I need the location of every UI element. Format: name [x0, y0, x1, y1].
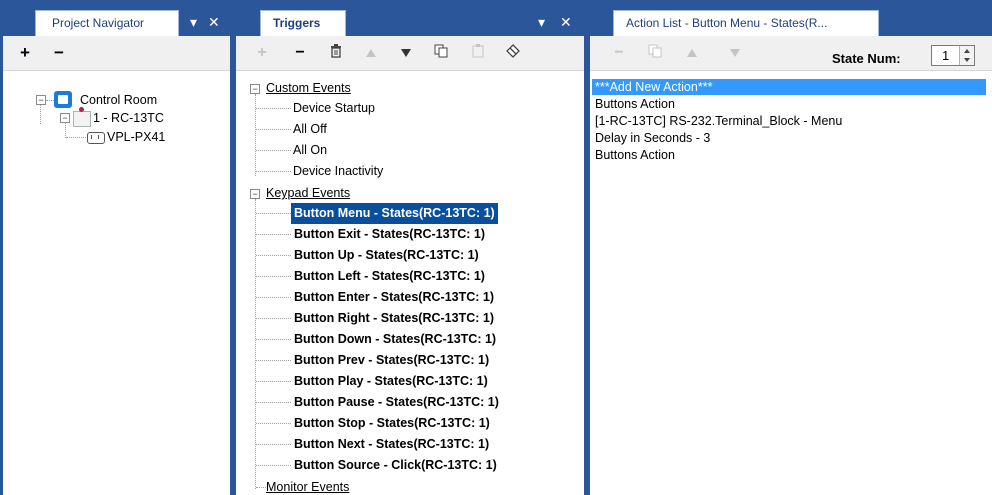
trash-icon[interactable]	[327, 44, 345, 62]
action-list-titlebar: Action List - Button Menu - States(R...	[590, 0, 992, 36]
trigger-all-off[interactable]: All Off	[293, 119, 327, 140]
collapse-icon[interactable]: −	[60, 113, 70, 123]
trigger-button-play[interactable]: Button Play - States(RC-13TC: 1)	[294, 371, 488, 392]
navigator-tree: − Control Room − 1 - RC-13TC VPL-PX41	[3, 71, 230, 495]
trigger-button-exit[interactable]: Button Exit - States(RC-13TC: 1)	[294, 224, 485, 245]
close-icon[interactable]: ✕	[560, 12, 572, 32]
arrow-up-icon[interactable]	[683, 44, 701, 62]
projector-icon	[87, 132, 105, 144]
state-num-value[interactable]: 1	[942, 48, 949, 63]
arrow-up-icon[interactable]	[362, 44, 380, 62]
pin-dropdown-icon[interactable]: ▾	[190, 12, 197, 32]
tab-triggers[interactable]: Triggers	[260, 10, 346, 36]
navigator-titlebar: Project Navigator ▾ ✕	[3, 0, 230, 36]
paste-icon[interactable]	[469, 44, 487, 62]
action-item[interactable]: Buttons Action	[595, 96, 675, 112]
trigger-button-up[interactable]: Button Up - States(RC-13TC: 1)	[294, 245, 479, 266]
device-icon	[73, 107, 91, 127]
action-add-new[interactable]: ***Add New Action***	[592, 79, 986, 95]
collapse-icon[interactable]: −	[250, 84, 260, 94]
trigger-button-next[interactable]: Button Next - States(RC-13TC: 1)	[294, 434, 489, 455]
state-num-label: State Num:	[832, 51, 901, 66]
trigger-button-left[interactable]: Button Left - States(RC-13TC: 1)	[294, 266, 485, 287]
project-navigator-pane: Project Navigator ▾ ✕ + − − Control Room…	[3, 0, 230, 495]
action-list-toolbar: − State Num: 1	[590, 36, 992, 71]
eraser-icon[interactable]	[504, 44, 522, 62]
add-button[interactable]: +	[16, 44, 34, 62]
triggers-tree: − Custom Events Device Startup All Off A…	[236, 71, 584, 495]
action-item[interactable]: [1-RC-13TC] RS-232.Terminal_Block - Menu	[595, 113, 842, 129]
close-icon[interactable]: ✕	[208, 12, 220, 32]
copy-icon[interactable]	[646, 44, 664, 62]
trigger-button-stop[interactable]: Button Stop - States(RC-13TC: 1)	[294, 413, 490, 434]
collapse-icon[interactable]: −	[250, 189, 260, 199]
triggers-toolbar: + −	[236, 36, 584, 71]
trigger-button-down[interactable]: Button Down - States(RC-13TC: 1)	[294, 329, 496, 350]
arrow-down-icon[interactable]	[397, 44, 415, 62]
trigger-button-source[interactable]: Button Source - Click(RC-13TC: 1)	[294, 455, 497, 476]
trigger-device-startup[interactable]: Device Startup	[293, 98, 375, 119]
pin-dropdown-icon[interactable]: ▾	[538, 12, 545, 32]
copy-icon[interactable]	[432, 44, 450, 62]
category-monitor-events[interactable]: Monitor Events	[266, 477, 349, 495]
tree-item-device[interactable]: 1 - RC-13TC	[93, 108, 164, 129]
trigger-button-prev[interactable]: Button Prev - States(RC-13TC: 1)	[294, 350, 489, 371]
trigger-button-right[interactable]: Button Right - States(RC-13TC: 1)	[294, 308, 494, 329]
tab-action-list[interactable]: Action List - Button Menu - States(R...	[613, 10, 879, 36]
action-item[interactable]: Buttons Action	[595, 147, 675, 163]
action-list-pane: Action List - Button Menu - States(R... …	[590, 0, 992, 495]
category-keypad-events[interactable]: Keypad Events	[266, 183, 350, 204]
remove-action-button[interactable]: −	[610, 44, 628, 62]
category-custom-events[interactable]: Custom Events	[266, 78, 351, 99]
action-item[interactable]: Delay in Seconds - 3	[595, 130, 710, 146]
action-list: ***Add New Action*** Buttons Action [1-R…	[590, 71, 992, 495]
navigator-toolbar: + −	[3, 36, 230, 71]
stepper-buttons[interactable]	[959, 46, 974, 65]
tab-project-navigator[interactable]: Project Navigator	[35, 10, 179, 36]
add-trigger-button[interactable]: +	[253, 44, 271, 62]
triggers-titlebar: Triggers ▾ ✕	[236, 0, 584, 36]
remove-button[interactable]: −	[50, 44, 68, 62]
room-icon	[54, 91, 72, 108]
trigger-button-enter[interactable]: Button Enter - States(RC-13TC: 1)	[294, 287, 494, 308]
state-num-stepper[interactable]: 1	[931, 45, 975, 66]
trigger-button-pause[interactable]: Button Pause - States(RC-13TC: 1)	[294, 392, 499, 413]
trigger-device-inactivity[interactable]: Device Inactivity	[293, 161, 383, 182]
collapse-icon[interactable]: −	[36, 95, 46, 105]
trigger-all-on[interactable]: All On	[293, 140, 327, 161]
triggers-pane: Triggers ▾ ✕ + − − Custom Events Device …	[236, 0, 584, 495]
trigger-button-menu[interactable]: Button Menu - States(RC-13TC: 1)	[291, 203, 498, 224]
arrow-down-icon[interactable]	[726, 44, 744, 62]
remove-trigger-button[interactable]: −	[291, 44, 309, 62]
tree-item-projector[interactable]: VPL-PX41	[107, 127, 165, 148]
